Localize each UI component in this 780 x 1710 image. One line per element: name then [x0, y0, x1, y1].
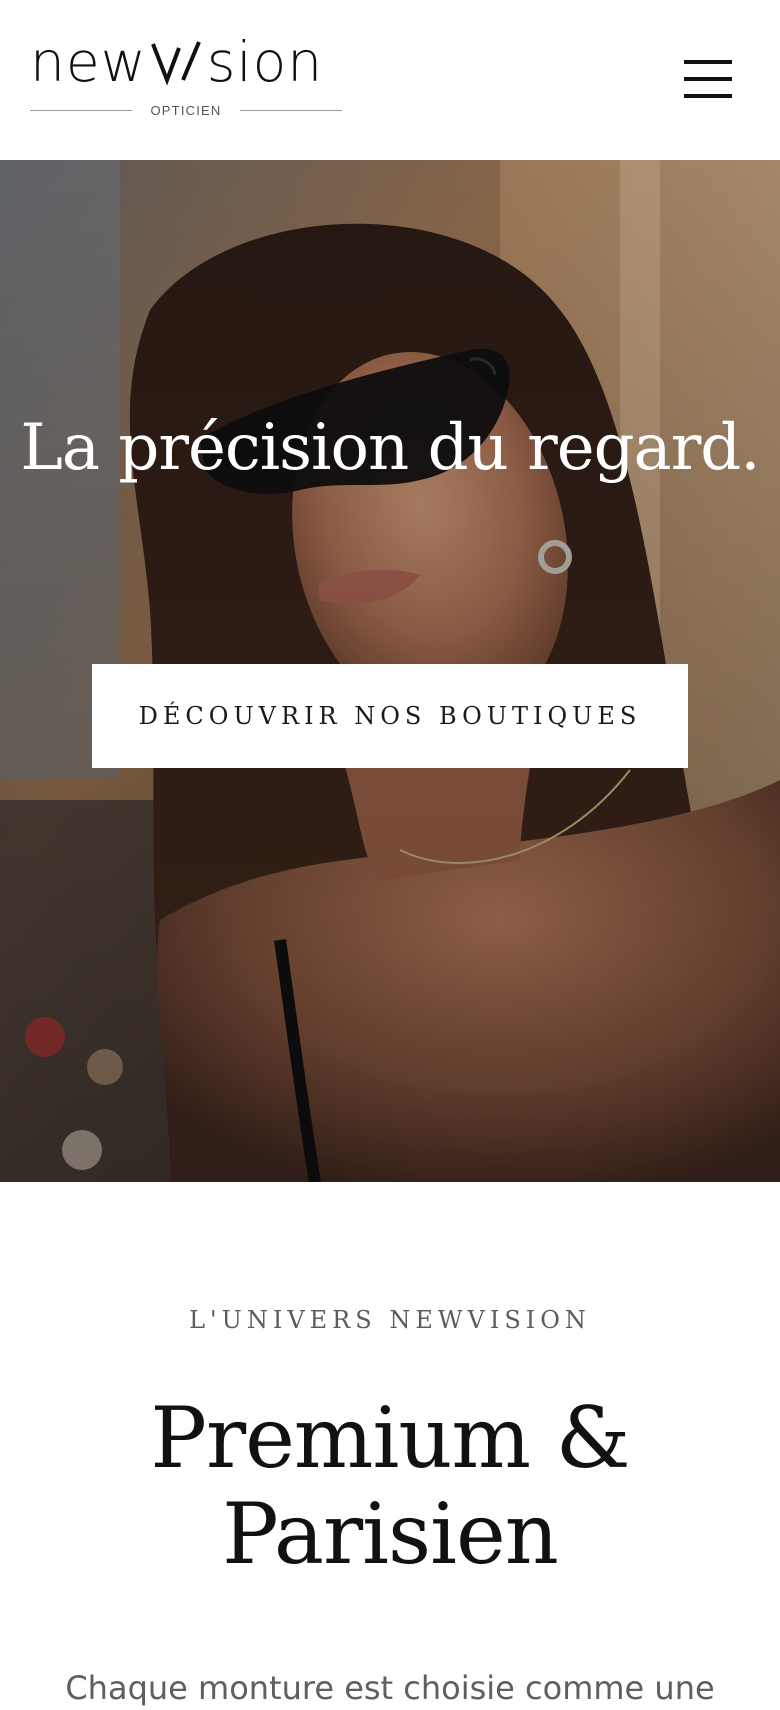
logo-subtitle: OPTICIEN	[150, 102, 222, 118]
section-title-line-1: Premium &	[150, 1389, 630, 1487]
logo-subtitle-row: OPTICIEN	[30, 100, 342, 120]
logo-v-slash-mark	[150, 41, 201, 86]
section-title-line-2: Parisien	[222, 1485, 559, 1583]
section-eyebrow: L'UNIVERS NEWVISION	[189, 1306, 591, 1334]
menu-bar-bottom	[684, 94, 732, 98]
menu-bar-middle	[684, 77, 732, 81]
hero-title: La précision du regard.	[20, 411, 760, 485]
logo-wordmark-left: new	[30, 30, 147, 94]
logo-rule-left	[30, 109, 132, 111]
logo-wordmark: new sion	[30, 30, 342, 94]
site-header: new sion OPTICIEN	[0, 0, 780, 160]
discover-boutiques-label: DÉCOUVRIR NOS BOUTIQUES	[138, 702, 642, 730]
brand-logo[interactable]: new sion OPTICIEN	[30, 30, 342, 124]
discover-boutiques-button[interactable]: DÉCOUVRIR NOS BOUTIQUES	[92, 664, 688, 768]
logo-rule-right	[240, 109, 342, 111]
hamburger-menu-icon[interactable]	[678, 52, 738, 106]
hero-section: La précision du regard. DÉCOUVRIR NOS BO…	[0, 160, 780, 1182]
section-body-text: Chaque monture est choisie comme une	[65, 1669, 715, 1707]
menu-bar-top	[684, 60, 732, 64]
univers-section: L'UNIVERS NEWVISION Premium & Parisien C…	[0, 1182, 780, 1707]
section-title: Premium & Parisien	[0, 1390, 780, 1582]
logo-wordmark-right: sion	[206, 30, 324, 94]
